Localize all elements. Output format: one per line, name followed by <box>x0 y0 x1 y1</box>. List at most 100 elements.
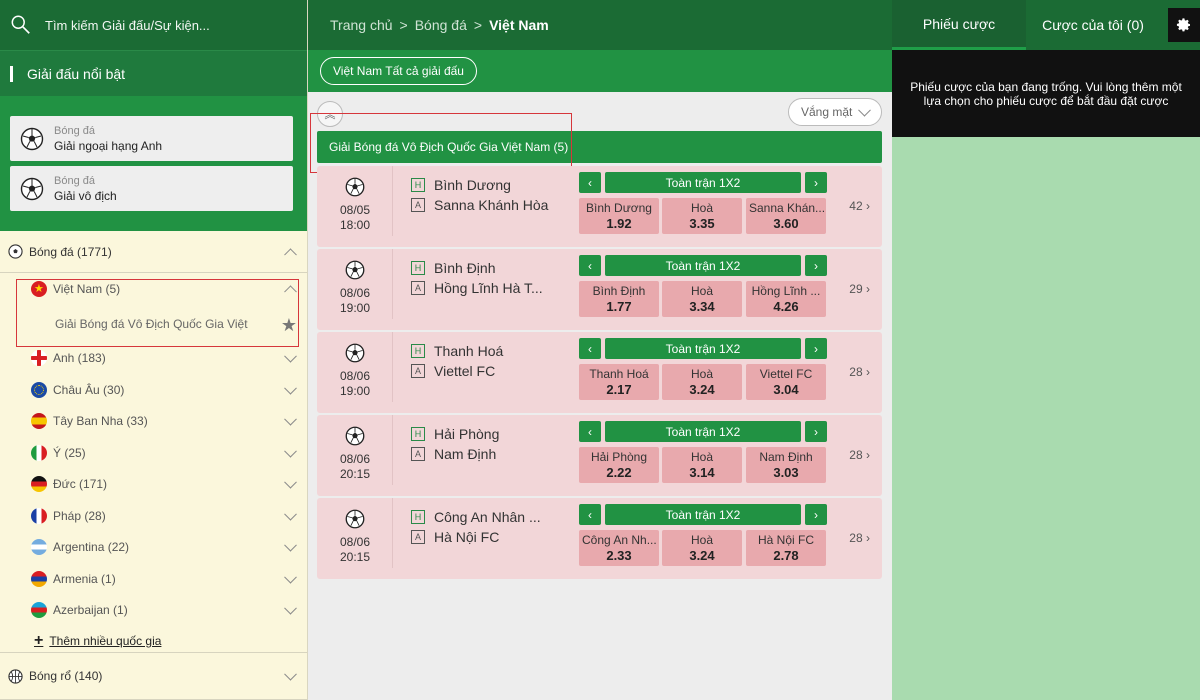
azerbaijan-flag-icon <box>31 602 47 619</box>
more-markets-link[interactable]: 29 › <box>849 282 870 296</box>
chevron-down-icon[interactable] <box>284 444 297 458</box>
breadcrumb-separator: > <box>473 17 483 33</box>
chevron-down-icon[interactable] <box>284 413 297 426</box>
tab-bet-slip[interactable]: Phiếu cược <box>892 0 1026 50</box>
market-prev-button[interactable]: ‹ <box>579 338 601 359</box>
odds-button[interactable]: Viettel FC 3.04 <box>746 364 826 400</box>
match-row[interactable]: 08/05 18:00 H Bình Dương A Sanna Khánh Hòa ‹ To… <box>317 166 882 247</box>
chevron-down-icon[interactable] <box>284 507 297 521</box>
home-team[interactable]: H Bình Định <box>411 260 495 276</box>
country-item-italy[interactable]: Ý (25) <box>0 437 307 469</box>
bet-slip-panel: Phiếu cược Cược của tôi (0) Phiếu cược c… <box>892 0 1200 700</box>
odds-button[interactable]: Hồng Lĩnh ... 4.26 <box>746 281 826 317</box>
home-team[interactable]: H Thanh Hoá <box>411 343 503 359</box>
chevron-down-icon[interactable] <box>284 539 297 552</box>
favorite-star-icon[interactable]: ★ <box>281 315 297 336</box>
odds-button[interactable]: Hoà 3.34 <box>662 281 742 317</box>
chevron-up-icon[interactable] <box>284 285 297 298</box>
league-header[interactable]: Giải Bóng đá Vô Địch Quốc Gia Việt Nam (… <box>317 131 882 163</box>
market-prev-button[interactable]: ‹ <box>579 504 601 525</box>
country-item-argentina[interactable]: Argentina (22) <box>0 532 307 564</box>
odds-button[interactable]: Bình Dương 1.92 <box>579 198 659 234</box>
country-item-england[interactable]: Anh (183) <box>0 343 307 375</box>
collapse-all-button[interactable]: ︽ <box>317 101 343 127</box>
sport-row-football[interactable]: Bóng đá (1771) <box>0 231 307 273</box>
home-team[interactable]: H Công An Nhân ... <box>411 509 541 525</box>
all-leagues-pill[interactable]: Việt Nam Tất cả giải đấu <box>320 57 477 85</box>
country-label: Ý (25) <box>53 445 86 460</box>
search-input[interactable]: Tìm kiếm Giải đấu/Sự kiện... <box>45 18 210 33</box>
chevron-down-icon[interactable] <box>284 667 297 681</box>
odds-button[interactable]: Công An Nh... 2.33 <box>579 530 659 566</box>
market-next-button[interactable]: › <box>805 338 827 359</box>
odds-button[interactable]: Nam Định 3.03 <box>746 447 826 483</box>
market-next-button[interactable]: › <box>805 255 827 276</box>
match-date: 08/06 <box>339 369 371 383</box>
home-team[interactable]: H Bình Dương <box>411 177 511 193</box>
odds-button[interactable]: Bình Định 1.77 <box>579 281 659 317</box>
odds-label: Công An Nh... <box>582 533 657 547</box>
match-datetime: 08/05 18:00 <box>317 166 393 236</box>
more-markets-link[interactable]: 42 › <box>849 199 870 213</box>
market-next-button[interactable]: › <box>805 172 827 193</box>
league-label: Giải Bóng đá Vô Địch Quốc Gia Việt Nam <box>55 316 250 331</box>
sport-row-basketball[interactable]: Bóng rổ (140) <box>0 652 307 700</box>
market-next-button[interactable]: › <box>805 504 827 525</box>
chevron-left-icon: ‹ <box>588 507 592 522</box>
market-next-button[interactable]: › <box>805 421 827 442</box>
country-item-spain[interactable]: Tây Ban Nha (33) <box>0 406 307 438</box>
odds-button[interactable]: Hải Phòng 2.22 <box>579 447 659 483</box>
away-team[interactable]: A Hà Nội FC <box>411 529 499 545</box>
chevron-down-icon[interactable] <box>284 570 297 584</box>
away-team[interactable]: A Nam Định <box>411 446 496 462</box>
header-accent-bar <box>10 65 13 82</box>
country-item-vietnam[interactable]: ★ Việt Nam (5) <box>0 273 307 305</box>
country-item-france[interactable]: Pháp (28) <box>0 500 307 532</box>
featured-card[interactable]: Bóng đá Giải ngoại hạng Anh <box>10 116 293 161</box>
country-item-azerbaijan[interactable]: Azerbaijan (1) <box>0 595 307 627</box>
away-team[interactable]: A Sanna Khánh Hòa <box>411 197 548 213</box>
chevron-down-icon[interactable] <box>284 476 297 489</box>
settings-button[interactable] <box>1168 8 1200 42</box>
market-prev-button[interactable]: ‹ <box>579 255 601 276</box>
more-markets-link[interactable]: 28 › <box>849 365 870 379</box>
country-item-europe[interactable]: Châu Âu (30) <box>0 374 307 406</box>
odds-label: Sanna Khán... <box>749 201 826 215</box>
chevron-down-icon[interactable] <box>284 381 297 395</box>
search-bar[interactable]: Tìm kiếm Giải đấu/Sự kiện... <box>0 0 307 50</box>
featured-card[interactable]: Bóng đá Giải vô địch <box>10 166 293 211</box>
odds-button[interactable]: Hoà 3.24 <box>662 364 742 400</box>
country-label: Đức (171) <box>53 477 108 492</box>
away-team[interactable]: A Viettel FC <box>411 363 495 379</box>
match-row[interactable]: 08/06 19:00 H Bình Định A Hồng Lĩnh Hà T... ‹ T… <box>317 249 882 330</box>
chevron-down-icon[interactable] <box>284 350 297 363</box>
odds-button[interactable]: Hà Nội FC 2.78 <box>746 530 826 566</box>
country-item-germany[interactable]: Đức (171) <box>0 469 307 501</box>
match-row[interactable]: 08/06 20:15 H Công An Nhân ... A Hà Nội FC ‹ To… <box>317 498 882 579</box>
match-row[interactable]: 08/06 19:00 H Thanh Hoá A Viettel FC ‹ Toàn trậ… <box>317 332 882 413</box>
breadcrumb-sport[interactable]: Bóng đá <box>415 17 467 33</box>
absent-dropdown[interactable]: Vắng mặt <box>788 98 882 126</box>
odds-button[interactable]: Sanna Khán... 3.60 <box>746 198 826 234</box>
away-team[interactable]: A Hồng Lĩnh Hà T... <box>411 280 543 296</box>
odds-button[interactable]: Hoà 3.24 <box>662 530 742 566</box>
market-prev-button[interactable]: ‹ <box>579 421 601 442</box>
odds-button[interactable]: Thanh Hoá 2.17 <box>579 364 659 400</box>
odds-button[interactable]: Hoà 3.35 <box>662 198 742 234</box>
home-team[interactable]: H Hải Phòng <box>411 426 499 442</box>
market-prev-button[interactable]: ‹ <box>579 172 601 193</box>
chevron-right-icon: › <box>866 365 870 379</box>
germany-flag-icon <box>31 476 47 493</box>
odds-button[interactable]: Hoà 3.14 <box>662 447 742 483</box>
chevron-down-icon[interactable] <box>284 602 297 615</box>
league-item-vn[interactable]: Giải Bóng đá Vô Địch Quốc Gia Việt Nam ★ <box>0 305 307 343</box>
tab-my-bets[interactable]: Cược của tôi (0) <box>1026 0 1160 50</box>
absent-label: Vắng mặt <box>801 105 853 119</box>
country-item-armenia[interactable]: Armenia (1) <box>0 563 307 595</box>
more-markets-link[interactable]: 28 › <box>849 531 870 545</box>
more-markets-link[interactable]: 28 › <box>849 448 870 462</box>
match-row[interactable]: 08/06 20:15 H Hải Phòng A Nam Định ‹ Toàn trận … <box>317 415 882 496</box>
chevron-up-icon[interactable] <box>284 247 297 261</box>
breadcrumb-home[interactable]: Trang chủ <box>330 17 393 33</box>
match-date: 08/06 <box>339 286 371 300</box>
